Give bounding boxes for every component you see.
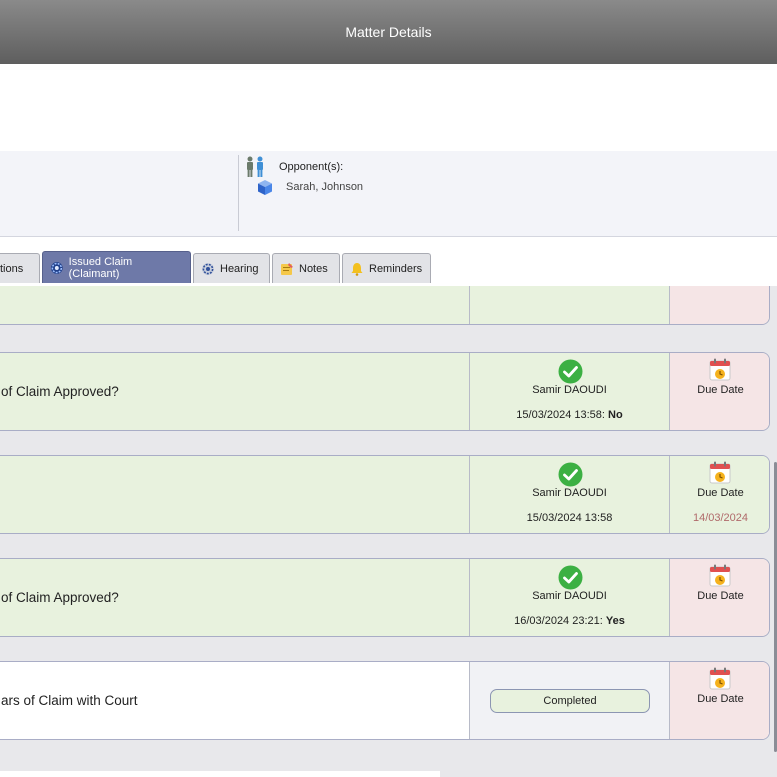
due-date-label: Due Date bbox=[697, 384, 744, 396]
tab-label: Reminders bbox=[369, 262, 423, 275]
tab-actions[interactable]: tions bbox=[0, 253, 40, 283]
task-title: ars of Claim with Court bbox=[1, 693, 138, 708]
task-card[interactable]: of Claim Approved? Samir DAOUDI 15/03/20… bbox=[0, 352, 770, 431]
tab-hearing[interactable]: Hearing bbox=[193, 253, 270, 283]
info-divider bbox=[238, 155, 239, 231]
matter-info-panel bbox=[0, 151, 777, 237]
due-date-label: Due Date bbox=[697, 693, 744, 705]
task-status-cell bbox=[469, 286, 669, 324]
completed-timestamp: 15/03/2024 13:58 bbox=[526, 512, 613, 524]
tab-bar: tions Issued Claim (Claimant) Hearing No… bbox=[0, 251, 777, 283]
completed-button[interactable]: Completed bbox=[490, 689, 650, 713]
title-bar: Matter Details bbox=[0, 0, 777, 64]
opponents-value: Sarah, Johnson bbox=[286, 181, 364, 193]
gear-icon bbox=[50, 261, 63, 274]
tab-notes[interactable]: Notes bbox=[272, 253, 340, 283]
task-list: of Claim Approved? Samir DAOUDI 15/03/20… bbox=[0, 286, 777, 777]
task-card[interactable]: of Claim Approved? Samir DAOUDI 16/03/20… bbox=[0, 558, 770, 637]
completed-by: Samir DAOUDI bbox=[532, 590, 607, 602]
tab-label: Hearing bbox=[220, 262, 259, 275]
calendar-clock-icon bbox=[709, 461, 731, 484]
calendar-clock-icon bbox=[709, 564, 731, 587]
tab-issued-claim[interactable]: Issued Claim (Claimant) bbox=[42, 251, 191, 283]
answer-value: No bbox=[608, 409, 623, 421]
bell-icon bbox=[351, 262, 363, 276]
task-status-cell: Samir DAOUDI 16/03/2024 23:21: Yes bbox=[469, 559, 669, 636]
completed-timestamp: 16/03/2024 23:21: Yes bbox=[514, 615, 625, 627]
due-date-label: Due Date bbox=[697, 590, 744, 602]
tab-label: tions bbox=[0, 262, 24, 275]
tab-label: Notes bbox=[299, 262, 328, 275]
task-status-cell: Completed bbox=[469, 662, 669, 739]
gear-icon bbox=[202, 262, 214, 275]
cube-icon bbox=[258, 180, 272, 195]
task-due-cell bbox=[669, 286, 769, 324]
task-title: of Claim Approved? bbox=[1, 590, 119, 605]
calendar-clock-icon bbox=[709, 667, 731, 690]
opponents-label: Opponent(s): bbox=[279, 161, 344, 173]
task-card-partial[interactable] bbox=[0, 286, 770, 325]
task-title: of Claim Approved? bbox=[1, 384, 119, 399]
completed-by: Samir DAOUDI bbox=[532, 384, 607, 396]
bottom-strip bbox=[0, 771, 440, 777]
page-title: Matter Details bbox=[345, 24, 432, 40]
tab-reminders[interactable]: Reminders bbox=[342, 253, 431, 283]
task-title bbox=[1, 456, 470, 533]
check-circle-icon bbox=[558, 565, 583, 590]
task-status-cell: Samir DAOUDI 15/03/2024 13:58: No bbox=[469, 353, 669, 430]
completed-by: Samir DAOUDI bbox=[532, 487, 607, 499]
check-circle-icon bbox=[558, 462, 583, 487]
task-due-cell: Due Date bbox=[669, 662, 769, 739]
task-due-cell: Due Date bbox=[669, 353, 769, 430]
task-due-cell: Due Date bbox=[669, 559, 769, 636]
check-circle-icon bbox=[558, 359, 583, 384]
calendar-clock-icon bbox=[709, 358, 731, 381]
task-due-cell: Due Date 14/03/2024 bbox=[669, 456, 769, 533]
answer-value: Yes bbox=[605, 615, 625, 627]
tab-label: Issued Claim (Claimant) bbox=[68, 255, 133, 280]
task-status-cell: Samir DAOUDI 15/03/2024 13:58 bbox=[469, 456, 669, 533]
people-icon bbox=[247, 156, 263, 177]
due-date-label: Due Date bbox=[697, 487, 744, 499]
completed-timestamp: 15/03/2024 13:58: No bbox=[516, 409, 623, 421]
due-date-value: 14/03/2024 bbox=[692, 512, 749, 524]
task-card[interactable]: ars of Claim with Court Completed Due Da… bbox=[0, 661, 770, 740]
task-card[interactable]: Samir DAOUDI 15/03/2024 13:58 Due Date 1… bbox=[0, 455, 770, 534]
note-icon bbox=[281, 262, 293, 275]
